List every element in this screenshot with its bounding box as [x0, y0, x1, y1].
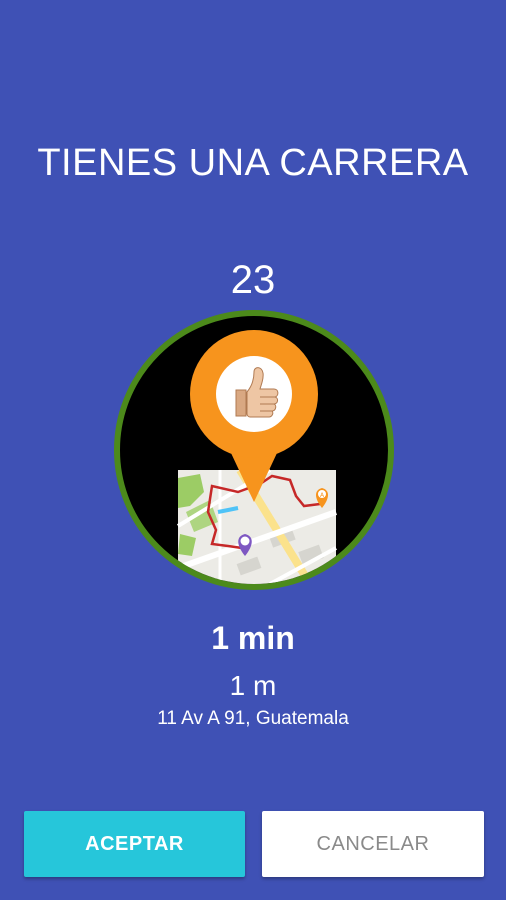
page-title: TIENES UNA CARRERA [37, 142, 469, 184]
countdown-timer: 23 [230, 258, 276, 302]
distance-label: 1 m [229, 670, 277, 701]
pickup-address: 11 Av A 91, Guatemala [157, 708, 349, 729]
map-pin-thumbs-up-icon: A [176, 330, 338, 584]
cancel-button[interactable]: CANCELAR [262, 811, 484, 877]
accept-button[interactable]: ACEPTAR [24, 811, 245, 877]
ride-request-illustration: A [114, 310, 394, 590]
eta-label: 1 min [211, 620, 295, 656]
